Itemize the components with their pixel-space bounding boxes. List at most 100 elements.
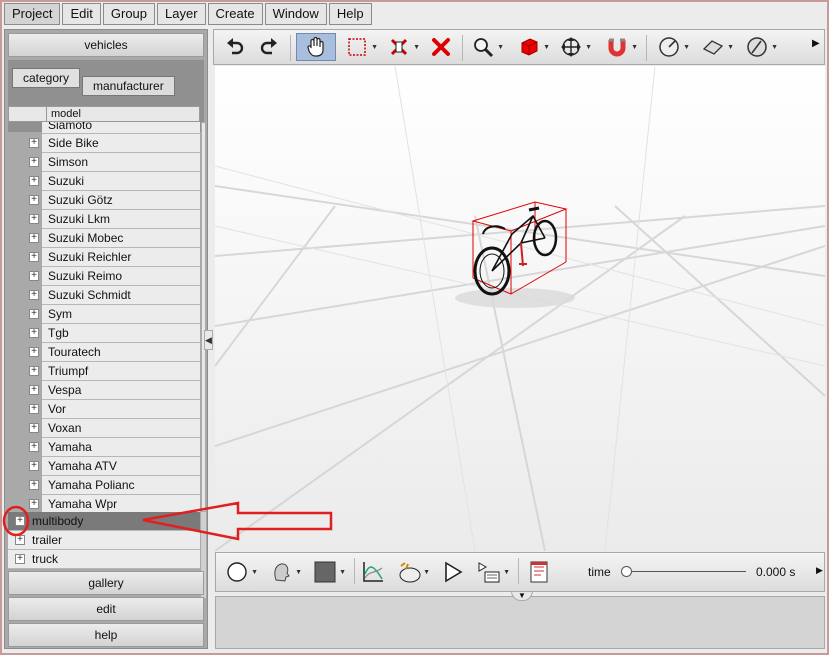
angle-icon[interactable]: ▼	[742, 33, 778, 61]
menu-window[interactable]: Window	[264, 3, 327, 25]
list-item[interactable]: + Vor	[29, 400, 200, 419]
list-item[interactable]: + Yamaha Wpr	[29, 495, 200, 512]
category-multibody[interactable]: + multibody	[8, 512, 200, 531]
expand-icon[interactable]: +	[29, 233, 39, 243]
list-item[interactable]: + Yamaha ATV	[29, 457, 200, 476]
list-item[interactable]: + Suzuki Lkm	[29, 210, 200, 229]
list-item[interactable]: + Sym	[29, 305, 200, 324]
expand-icon[interactable]: +	[29, 404, 39, 414]
column-header[interactable]: model	[8, 106, 200, 122]
list-item[interactable]: + Suzuki Mobec	[29, 229, 200, 248]
render-icon[interactable]: ▼	[474, 557, 510, 587]
scrollbar-thumb[interactable]	[201, 122, 206, 512]
menu-help[interactable]: Help	[328, 3, 372, 25]
3d-viewport[interactable]	[215, 66, 825, 551]
tab-category[interactable]: category	[12, 68, 81, 88]
color-square-icon[interactable]: ▼	[310, 557, 346, 587]
expand-icon[interactable]: +	[29, 461, 39, 471]
head-icon[interactable]: ▼	[266, 557, 302, 587]
expand-icon[interactable]: +	[29, 290, 39, 300]
delete-icon[interactable]	[426, 33, 456, 61]
list-scrollbar[interactable]	[201, 122, 206, 598]
undo-icon[interactable]	[220, 33, 250, 61]
circle-icon[interactable]: ▼	[222, 557, 258, 587]
list-item[interactable]: + Suzuki Reichler	[29, 248, 200, 267]
notes-icon[interactable]	[524, 557, 554, 587]
toolbar-overflow-icon[interactable]: ▶	[812, 38, 820, 49]
expand-icon[interactable]: +	[29, 195, 39, 205]
list-item[interactable]: + Simson	[29, 153, 200, 172]
list-item[interactable]: + Suzuki Reimo	[29, 267, 200, 286]
erase-icon[interactable]: ▼	[384, 33, 420, 61]
play-icon[interactable]	[438, 557, 468, 587]
list-item[interactable]: +Siamoto	[42, 122, 200, 134]
menu-edit[interactable]: Edit	[62, 3, 101, 25]
expand-icon[interactable]: +	[29, 499, 39, 509]
time-slider-knob[interactable]	[621, 566, 632, 577]
main-toolbar: ▼ ▼ ▼ ▼ ▼ ▼ ▼ ▼ ▼ ▶	[213, 29, 825, 65]
list-item[interactable]: + Suzuki Schmidt	[29, 286, 200, 305]
move-icon[interactable]: ▼	[556, 33, 592, 61]
measure-icon[interactable]: ▼	[654, 33, 690, 61]
camera-icon[interactable]: ▼	[394, 557, 430, 587]
tab-manufacturer[interactable]: manufacturer	[82, 76, 175, 96]
vehicles-button[interactable]: vehicles	[8, 33, 204, 57]
expand-icon[interactable]: +	[29, 252, 39, 262]
selection-box-icon[interactable]: ▼	[342, 33, 378, 61]
expand-icon[interactable]: +	[29, 271, 39, 281]
column-expand-header	[9, 107, 47, 121]
time-slider-track[interactable]	[626, 571, 746, 572]
list-item[interactable]: + Side Bike	[29, 134, 200, 153]
menu-layer[interactable]: Layer	[157, 3, 206, 25]
expand-icon[interactable]: +	[29, 480, 39, 490]
zoom-icon[interactable]: ▼	[468, 33, 504, 61]
graph-icon[interactable]	[358, 557, 388, 587]
list-item[interactable]: + Touratech	[29, 343, 200, 362]
list-item[interactable]: + Yamaha	[29, 438, 200, 457]
library-panel: vehicles category manufacturer model +Si…	[4, 29, 208, 649]
category-truck[interactable]: + truck	[8, 550, 200, 569]
list-item[interactable]: + Suzuki Götz	[29, 191, 200, 210]
collapse-panel-handle[interactable]: ◀	[204, 330, 213, 350]
column-model-label: model	[51, 108, 81, 120]
plane-icon[interactable]: ▼	[698, 33, 734, 61]
expand-icon[interactable]: +	[29, 385, 39, 395]
menu-bar: Project Edit Group Layer Create Window H…	[4, 3, 372, 25]
cube-icon[interactable]: ▼	[514, 33, 550, 61]
expand-icon[interactable]: +	[29, 328, 39, 338]
expand-icon[interactable]: +	[29, 442, 39, 452]
menu-group[interactable]: Group	[102, 3, 156, 25]
expand-icon[interactable]: +	[29, 366, 39, 376]
list-item[interactable]: + Tgb	[29, 324, 200, 343]
help-button[interactable]: help	[8, 623, 204, 647]
expand-icon[interactable]: +	[29, 138, 39, 148]
redo-icon[interactable]	[254, 33, 284, 61]
edit-button[interactable]: edit	[8, 597, 204, 621]
list-item[interactable]: + Vespa	[29, 381, 200, 400]
category-trailer[interactable]: + trailer	[8, 531, 200, 550]
list-item[interactable]: + Yamaha Polianc	[29, 476, 200, 495]
expand-icon[interactable]: +	[29, 347, 39, 357]
gallery-button[interactable]: gallery	[8, 571, 204, 595]
time-label: time	[588, 565, 611, 579]
menu-project[interactable]: Project	[4, 3, 61, 25]
timeline-panel	[215, 596, 825, 649]
hand-icon[interactable]	[296, 33, 336, 61]
list-item[interactable]: + Suzuki	[29, 172, 200, 191]
manufacturer-list: +Siamoto +Side Bike +Simson +Suzuki +Suz…	[8, 122, 200, 512]
expand-icon[interactable]: +	[15, 554, 25, 564]
bottom-toolbar-overflow-icon[interactable]: ▶	[816, 565, 823, 576]
playback-toolbar: ▼ ▼ ▼ ▼ ▼ time 0.000 s ▶	[215, 552, 825, 592]
expand-icon[interactable]: +	[29, 176, 39, 186]
expand-icon[interactable]: +	[29, 157, 39, 167]
expand-icon[interactable]: +	[15, 516, 25, 526]
menu-create[interactable]: Create	[207, 3, 263, 25]
time-value: 0.000 s	[756, 565, 796, 579]
magnet-icon[interactable]: ▼	[602, 33, 638, 61]
list-item[interactable]: + Triumpf	[29, 362, 200, 381]
expand-icon[interactable]: +	[29, 214, 39, 224]
expand-icon[interactable]: +	[29, 423, 39, 433]
expand-icon[interactable]: +	[29, 309, 39, 319]
expand-icon[interactable]: +	[15, 535, 25, 545]
list-item[interactable]: + Voxan	[29, 419, 200, 438]
